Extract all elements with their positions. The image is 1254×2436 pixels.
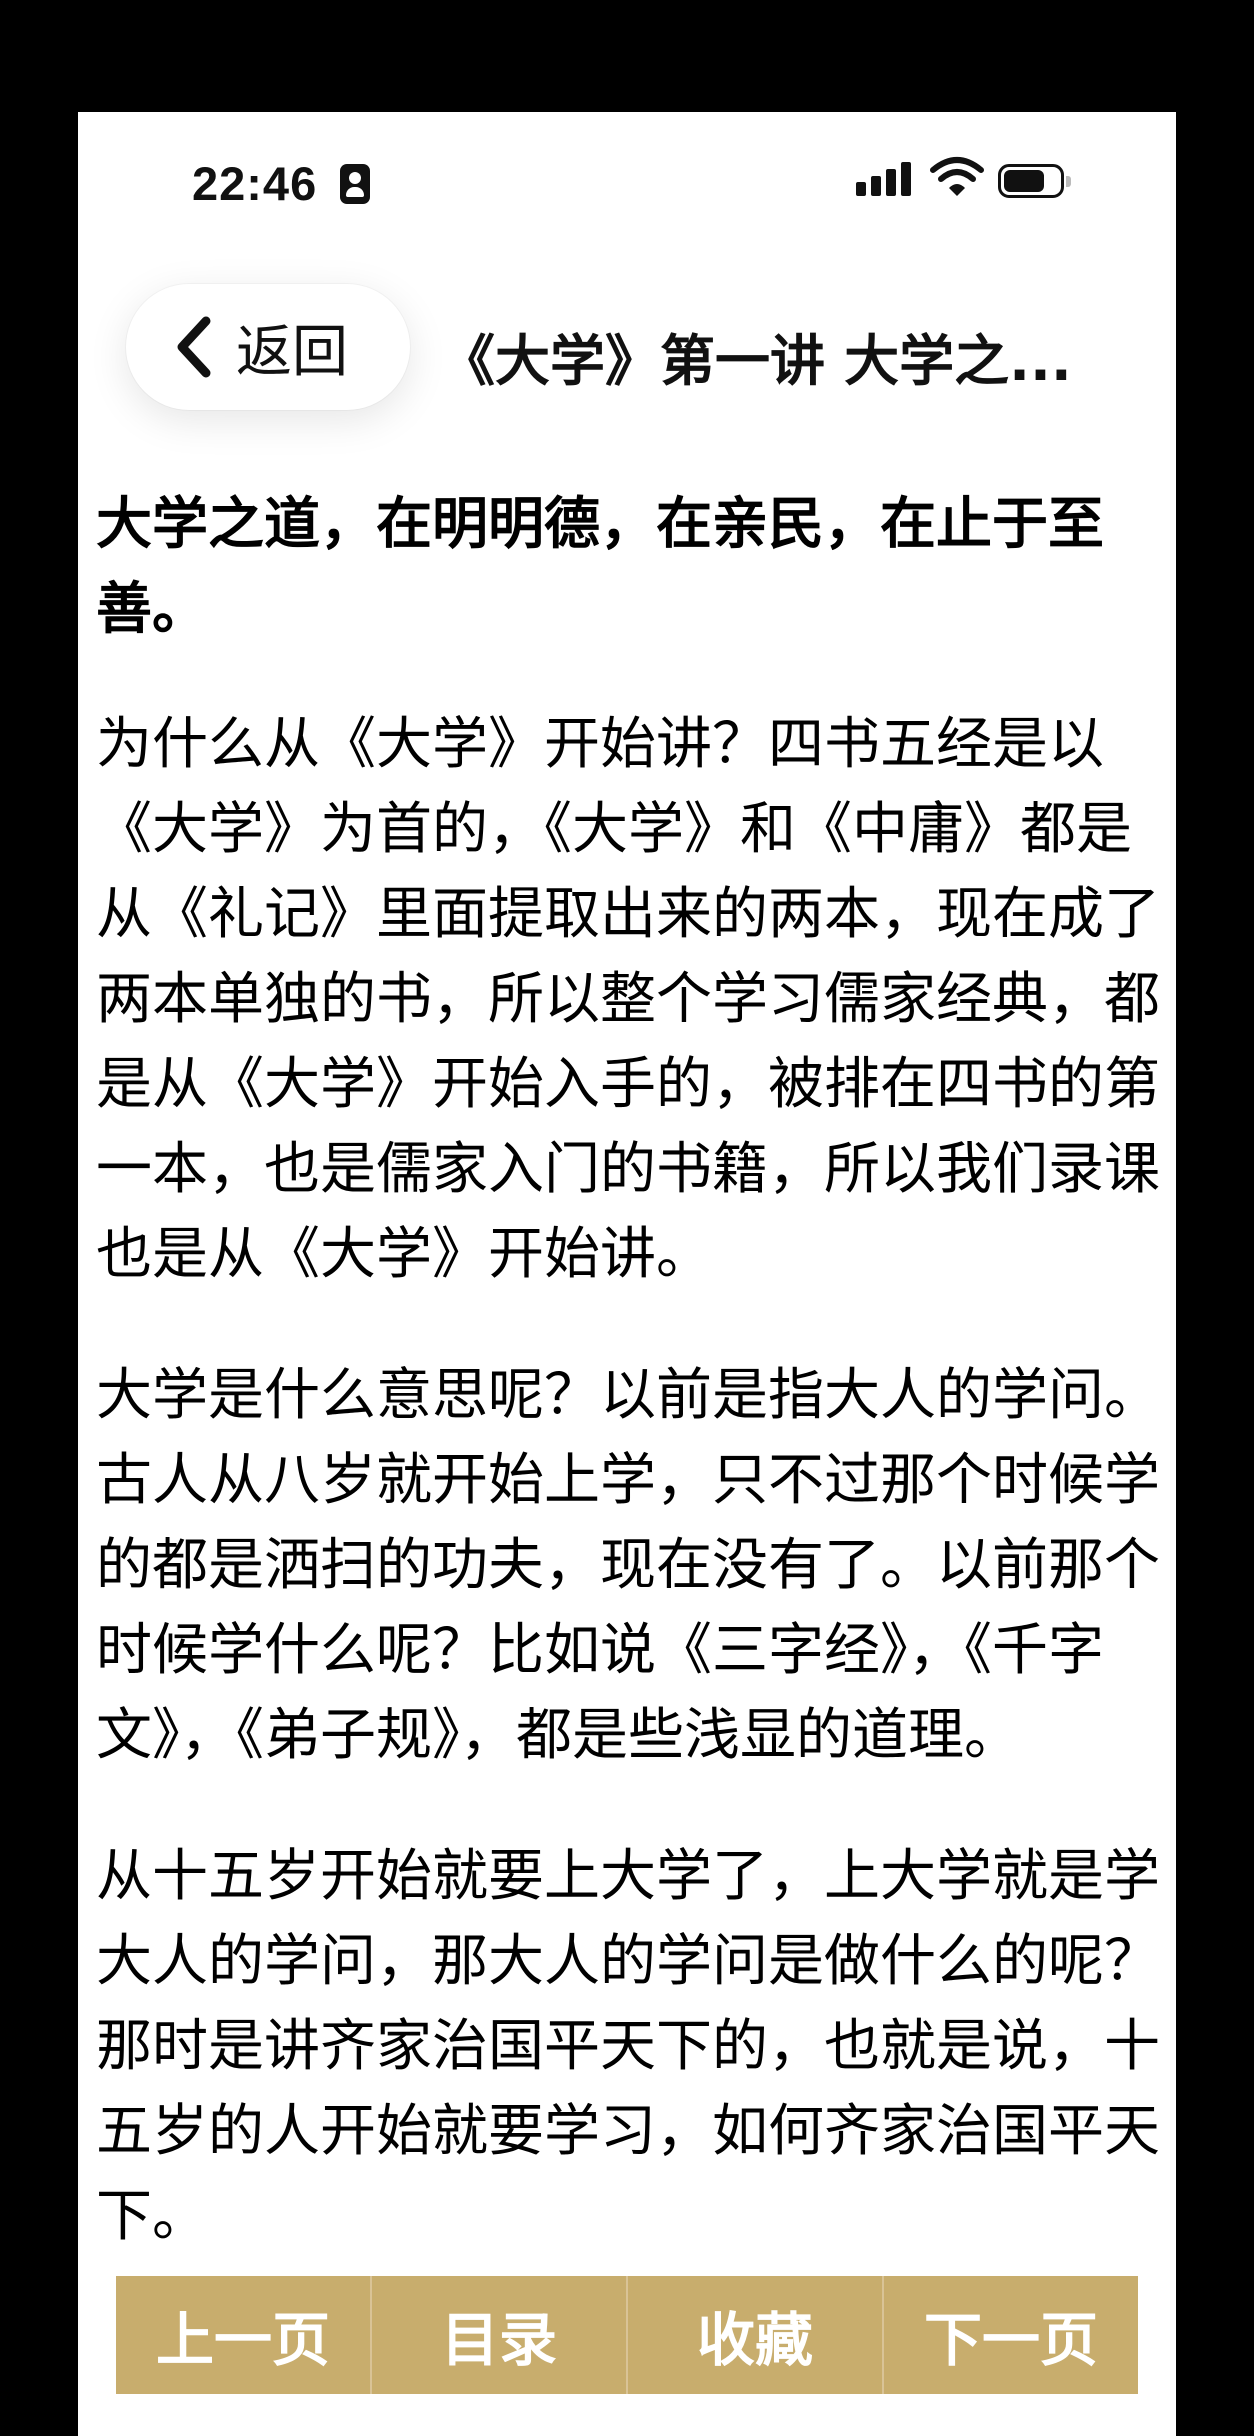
page-title: 《大学》第一讲 大学之...: [440, 329, 1072, 393]
battery-icon: [998, 164, 1071, 198]
status-bar: 22:46: [78, 112, 1176, 262]
article-heading: 大学之道，在明明德，在亲民，在止于至善。: [96, 492, 1104, 642]
prev-page-button[interactable]: 上一页: [116, 2276, 372, 2394]
wifi-icon: [930, 157, 984, 196]
nav-bar: 返回 《大学》第一讲 大学之...: [78, 262, 1176, 410]
status-time: 22:46: [192, 157, 318, 210]
person-id-icon: [340, 164, 370, 204]
toc-button[interactable]: 目录: [372, 2276, 628, 2394]
phone-screen: 22:46 返回 《大学》第一讲 大学之... 大学之道，在明明德，在亲民，在止…: [78, 112, 1176, 2436]
chevron-left-icon: [177, 316, 211, 378]
back-button[interactable]: 返回: [126, 284, 410, 410]
bottom-toolbar: 上一页 目录 收藏 下一页: [116, 2276, 1138, 2394]
article-paragraph: 大学是什么意思呢？以前是指大人的学问。古人从八岁就开始上学，只不过那个时候学的都…: [96, 1363, 1160, 1768]
next-page-button[interactable]: 下一页: [884, 2276, 1138, 2394]
favorite-button[interactable]: 收藏: [628, 2276, 884, 2394]
signal-icon: [856, 162, 912, 196]
back-label: 返回: [236, 319, 348, 385]
article-body: 大学之道，在明明德，在亲民，在止于至善。 为什么从《大学》开始讲？四书五经是以《…: [96, 482, 1166, 2315]
article-paragraph: 从十五岁开始就要上大学了，上大学就是学大人的学问，那大人的学问是做什么的呢？那时…: [96, 1844, 1160, 2249]
article-paragraph: 为什么从《大学》开始讲？四书五经是以《大学》为首的，《大学》和《中庸》都是从《礼…: [96, 712, 1160, 1287]
